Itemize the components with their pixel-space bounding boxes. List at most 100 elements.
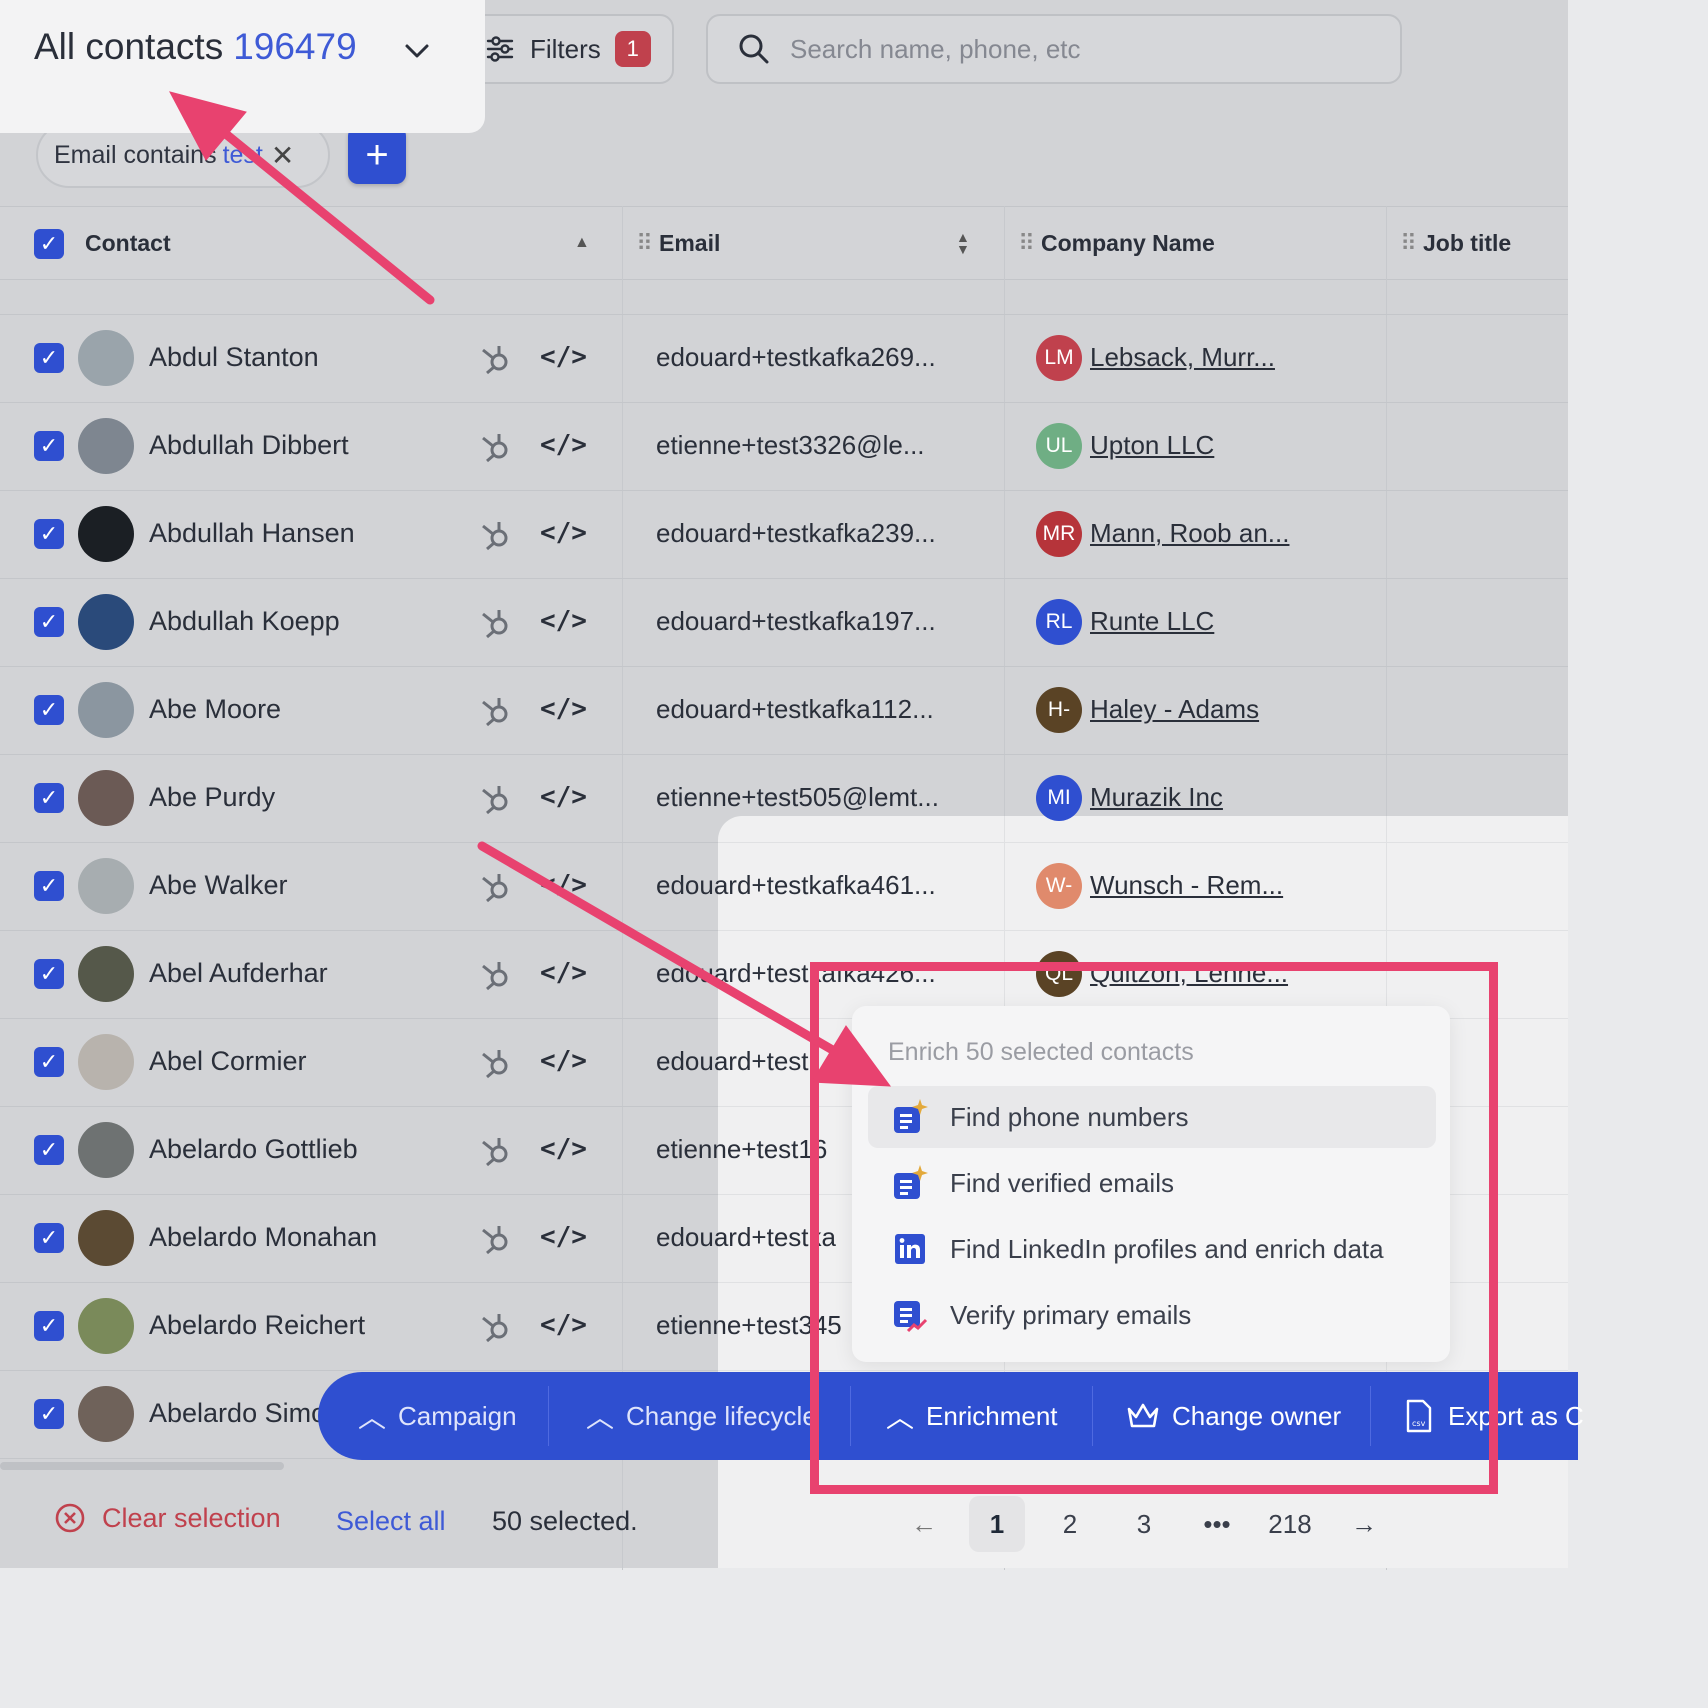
- contact-email[interactable]: edouard+testkafka112...: [656, 694, 934, 725]
- remove-filter-icon[interactable]: ✕: [271, 139, 294, 172]
- table-row[interactable]: ✓ Abe Moore </> edouard+testkafka112... H- Ha…: [0, 666, 1568, 755]
- clear-selection-label: Clear selection: [102, 1502, 281, 1533]
- contact-name[interactable]: Abe Purdy: [149, 782, 275, 813]
- contact-name[interactable]: Abelardo Simo: [149, 1398, 326, 1429]
- change-lifecycle-label: Change lifecycle: [626, 1400, 817, 1431]
- row-checkbox[interactable]: ✓: [34, 959, 64, 989]
- company-badge: MR: [1036, 511, 1082, 557]
- campaign-button[interactable]: ︿ Campaign: [358, 1372, 517, 1460]
- code-icon[interactable]: </>: [540, 870, 587, 900]
- contact-email[interactable]: etienne+test3326@le...: [656, 430, 925, 461]
- hubspot-icon[interactable]: [478, 956, 514, 992]
- view-title: All contacts: [34, 26, 224, 67]
- company-link[interactable]: Murazik Inc: [1090, 782, 1223, 813]
- row-checkbox[interactable]: ✓: [34, 1047, 64, 1077]
- code-icon[interactable]: </>: [540, 782, 587, 812]
- view-selector[interactable]: All contacts 196479: [34, 26, 357, 68]
- contact-name[interactable]: Abdullah Hansen: [149, 518, 355, 549]
- company-link[interactable]: Lebsack, Murr...: [1090, 342, 1275, 373]
- company-link[interactable]: Wunsch - Rem...: [1090, 870, 1283, 901]
- chevron-down-icon[interactable]: [402, 36, 432, 66]
- code-icon[interactable]: </>: [540, 518, 587, 548]
- horizontal-scrollbar[interactable]: [0, 1462, 284, 1470]
- table-row[interactable]: ✓ Abdullah Dibbert </> etienne+test3326@le.…: [0, 402, 1568, 491]
- contact-email[interactable]: edouard+testkafka239...: [656, 518, 936, 549]
- row-checkbox[interactable]: ✓: [34, 871, 64, 901]
- table-row[interactable]: ✓ Abdul Stanton </> edouard+testkafka269...…: [0, 314, 1568, 403]
- page-2[interactable]: 2: [1042, 1496, 1098, 1552]
- code-icon[interactable]: </>: [540, 606, 587, 636]
- contact-email[interactable]: edouard+test: [718, 1046, 809, 1077]
- hubspot-icon[interactable]: [478, 780, 514, 816]
- add-filter-button[interactable]: +: [348, 126, 406, 184]
- hubspot-icon[interactable]: [478, 1044, 514, 1080]
- company-link[interactable]: Upton LLC: [1090, 430, 1214, 461]
- contact-email[interactable]: etienne+test505@lemt...: [656, 782, 939, 813]
- row-checkbox[interactable]: ✓: [34, 431, 64, 461]
- code-icon[interactable]: </>: [540, 342, 587, 372]
- hubspot-icon[interactable]: [478, 868, 514, 904]
- hubspot-icon[interactable]: [478, 1308, 514, 1344]
- company-link[interactable]: Haley - Adams: [1090, 694, 1259, 725]
- row-checkbox[interactable]: ✓: [34, 1311, 64, 1341]
- row-checkbox[interactable]: ✓: [34, 1399, 64, 1429]
- table-row-highlighted[interactable]: edouard+testkafka461... W- Wunsch - Rem...: [718, 842, 1568, 931]
- row-checkbox[interactable]: ✓: [34, 783, 64, 813]
- company-badge: H-: [1036, 687, 1082, 733]
- sliders-icon: [486, 36, 514, 62]
- table-row[interactable]: ✓ Abdullah Hansen </> edouard+testkafka239.…: [0, 490, 1568, 579]
- row-checkbox[interactable]: ✓: [34, 607, 64, 637]
- contact-name[interactable]: Abelardo Gottlieb: [149, 1134, 358, 1165]
- company-link[interactable]: Runte LLC: [1090, 606, 1214, 637]
- contact-name[interactable]: Abel Aufderhar: [149, 958, 328, 989]
- hubspot-icon[interactable]: [478, 340, 514, 376]
- contact-email[interactable]: edouard+testkafka269...: [656, 342, 936, 373]
- row-checkbox[interactable]: ✓: [34, 1135, 64, 1165]
- code-icon[interactable]: </>: [540, 1310, 587, 1340]
- select-all-link[interactable]: Select all: [336, 1506, 446, 1537]
- row-checkbox[interactable]: ✓: [34, 1223, 64, 1253]
- row-checkbox[interactable]: ✓: [34, 343, 64, 373]
- company-link[interactable]: Mann, Roob an...: [1090, 518, 1289, 549]
- search-input[interactable]: [788, 32, 1352, 66]
- hubspot-icon[interactable]: [478, 1132, 514, 1168]
- contacts-count: 196479: [233, 26, 357, 67]
- hubspot-icon[interactable]: [478, 1220, 514, 1256]
- hubspot-icon[interactable]: [478, 692, 514, 728]
- table-row[interactable]: ✓ Abdullah Koepp </> edouard+testkafka197..…: [0, 578, 1568, 667]
- page-3[interactable]: 3: [1116, 1496, 1172, 1552]
- contact-name[interactable]: Abdullah Koepp: [149, 606, 340, 637]
- hubspot-icon[interactable]: [478, 516, 514, 552]
- page-1[interactable]: 1: [969, 1496, 1025, 1552]
- company-badge: UL: [1036, 423, 1082, 469]
- code-icon[interactable]: </>: [540, 694, 587, 724]
- code-icon[interactable]: </>: [540, 1134, 587, 1164]
- contact-name[interactable]: Abdullah Dibbert: [149, 430, 349, 461]
- prev-page-icon[interactable]: ←: [896, 1496, 952, 1552]
- code-icon[interactable]: </>: [540, 430, 587, 460]
- contact-name[interactable]: Abel Cormier: [149, 1046, 307, 1077]
- next-page-icon[interactable]: →: [1336, 1496, 1392, 1552]
- change-lifecycle-button[interactable]: ︿ Change lifecycle: [586, 1372, 817, 1460]
- search-box[interactable]: [706, 14, 1402, 84]
- hubspot-icon[interactable]: [478, 604, 514, 640]
- company-badge: RL: [1036, 599, 1082, 645]
- contact-name[interactable]: Abe Moore: [149, 694, 281, 725]
- contact-email[interactable]: edouard+testkafka461...: [718, 870, 936, 901]
- contact-name[interactable]: Abelardo Monahan: [149, 1222, 377, 1253]
- code-icon[interactable]: </>: [540, 1222, 587, 1252]
- filters-button[interactable]: Filters 1: [462, 14, 674, 84]
- row-checkbox[interactable]: ✓: [34, 695, 64, 725]
- avatar: [78, 1034, 134, 1090]
- code-icon[interactable]: </>: [540, 1046, 587, 1076]
- contact-name[interactable]: Abdul Stanton: [149, 342, 319, 373]
- contact-name[interactable]: Abe Walker: [149, 870, 288, 901]
- row-checkbox[interactable]: ✓: [34, 519, 64, 549]
- page-218[interactable]: 218: [1262, 1496, 1318, 1552]
- contact-email[interactable]: edouard+testkafka197...: [656, 606, 936, 637]
- hubspot-icon[interactable]: [478, 428, 514, 464]
- table-row[interactable]: [0, 228, 1568, 315]
- contact-name[interactable]: Abelardo Reichert: [149, 1310, 365, 1341]
- code-icon[interactable]: </>: [540, 958, 587, 988]
- clear-selection-button[interactable]: Clear selection: [54, 1502, 281, 1534]
